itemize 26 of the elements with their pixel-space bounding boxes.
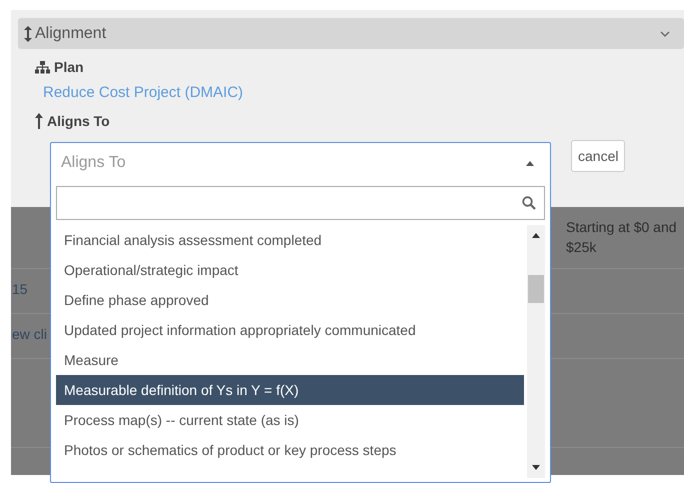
scroll-up-icon[interactable] xyxy=(532,233,540,238)
option-item[interactable]: Photos or schematics of product or key process steps xyxy=(56,435,524,465)
caret-icon xyxy=(526,160,534,166)
search-icon xyxy=(522,196,536,210)
option-item[interactable]: Updated project information appropriately communicated xyxy=(56,315,524,345)
scrollbar-thumb[interactable] xyxy=(528,275,544,303)
option-item[interactable]: Measurable definition of Ys in Y = f(X) xyxy=(56,375,524,405)
cancel-button[interactable]: cancel xyxy=(571,140,626,172)
hierarchy-icon xyxy=(35,60,50,74)
section-title: Alignment xyxy=(35,24,108,42)
vertical-arrows-icon xyxy=(24,26,32,42)
option-item[interactable]: Define phase approved xyxy=(56,285,524,315)
search-field[interactable] xyxy=(56,186,545,220)
option-item[interactable]: Financial analysis assessment completed xyxy=(56,225,524,255)
option-item[interactable]: Operational/strategic impact xyxy=(56,255,524,285)
option-item[interactable]: Process map(s) -- current state (as is) xyxy=(56,405,524,435)
chevron-icon xyxy=(660,30,670,36)
scrollbar[interactable] xyxy=(527,225,545,478)
plan-label: Plan xyxy=(54,59,84,75)
table-cell-text: $25k xyxy=(566,238,598,257)
option-item[interactable]: Measure xyxy=(56,345,524,375)
section-header[interactable]: Alignment xyxy=(18,18,684,49)
up-arrow-icon xyxy=(35,113,43,129)
scroll-down-icon[interactable] xyxy=(532,465,540,470)
table-cell-text: Starting at $0 and xyxy=(566,218,678,237)
aligns-to-label: Aligns To xyxy=(47,113,110,129)
